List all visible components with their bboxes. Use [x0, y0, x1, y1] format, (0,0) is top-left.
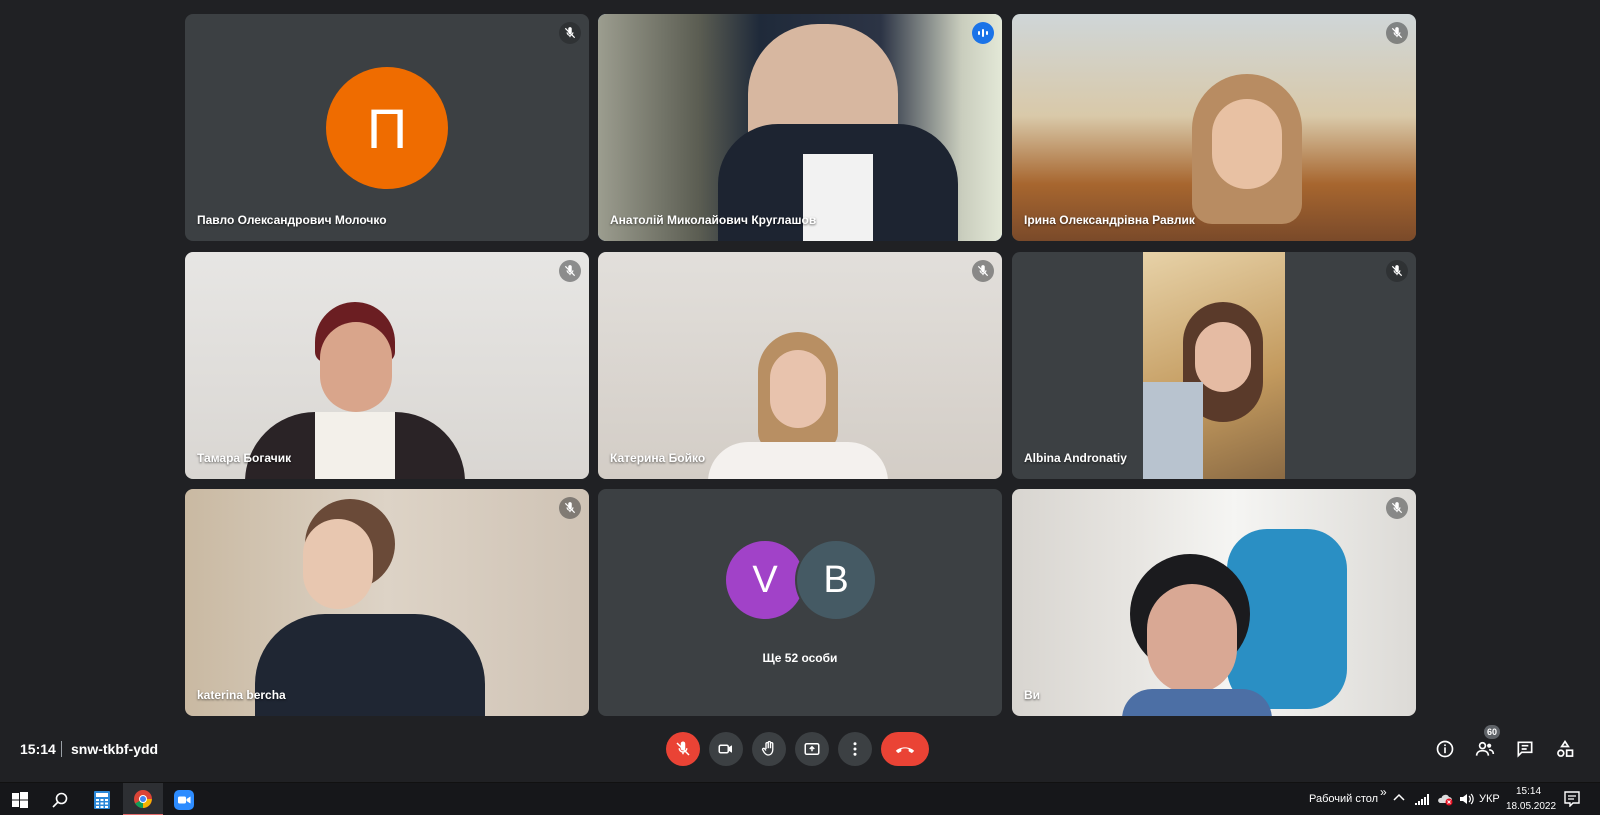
volume-icon[interactable]	[1459, 792, 1475, 809]
windows-taskbar: Рабочий стол » УКР 15:14 18.05.2022	[0, 782, 1600, 815]
activities-button[interactable]	[1552, 736, 1578, 762]
participant-name: Анатолій Миколайович Круглашов	[610, 213, 817, 227]
participant-name: Тамара Богачик	[197, 451, 292, 465]
participant-name: Ірина Олександрівна Равлик	[1024, 213, 1195, 227]
hand-icon	[761, 740, 774, 756]
mic-off-icon	[1386, 22, 1408, 44]
taskbar-app-chrome[interactable]	[123, 783, 163, 815]
desktop-toolbar-label[interactable]: Рабочий стол	[1309, 793, 1378, 805]
microphone-toggle-button[interactable]	[666, 732, 700, 766]
start-button[interactable]	[0, 783, 40, 815]
leave-call-button[interactable]	[881, 732, 929, 766]
meeting-controls-bar: 15:14 snw-tkbf-ydd 60	[0, 722, 1600, 776]
participant-name: katerina bercha	[197, 688, 286, 702]
meeting-time: 15:14	[20, 741, 56, 757]
present-icon	[804, 743, 820, 755]
participant-tile-active-speaker[interactable]: Анатолій Миколайович Круглашов	[598, 14, 1002, 241]
chat-button[interactable]	[1512, 736, 1538, 762]
avatar: V	[724, 539, 806, 621]
video-camera-icon	[718, 744, 732, 754]
participant-video	[185, 489, 589, 716]
mic-off-icon	[559, 260, 581, 282]
chrome-icon	[134, 789, 152, 808]
participant-name: Ви	[1024, 688, 1041, 702]
tray-overflow-icon[interactable]	[1393, 792, 1405, 805]
more-vertical-icon	[853, 742, 857, 756]
participant-video	[185, 252, 589, 479]
taskbar-app-zoom[interactable]	[164, 783, 204, 815]
taskbar-app-calculator[interactable]	[82, 783, 122, 815]
meeting-code: snw-tkbf-ydd	[71, 741, 159, 757]
more-options-button[interactable]	[838, 732, 872, 766]
more-participants-tile[interactable]: V B Ще 52 особи	[598, 489, 1002, 716]
chat-icon	[1517, 741, 1533, 758]
participant-tile[interactable]: Albina Andronatiy	[1012, 252, 1416, 479]
meet-window: П Павло Олександрович Молочко Анатолій М…	[0, 0, 1600, 815]
mic-off-icon	[1386, 497, 1408, 519]
calculator-icon	[94, 790, 110, 809]
input-language-indicator[interactable]: УКР	[1479, 793, 1500, 805]
meeting-details-button[interactable]	[1432, 736, 1458, 762]
mic-off-icon	[559, 497, 581, 519]
mic-off-icon	[559, 22, 581, 44]
mic-off-icon	[676, 741, 690, 756]
participant-tile[interactable]: П Павло Олександрович Молочко	[185, 14, 589, 241]
participant-video	[598, 14, 1002, 241]
present-screen-button[interactable]	[795, 732, 829, 766]
people-icon	[1475, 741, 1495, 756]
info-icon	[1436, 740, 1454, 758]
people-button[interactable]	[1472, 736, 1498, 762]
taskbar-clock-time[interactable]: 15:14	[1516, 786, 1541, 797]
camera-toggle-button[interactable]	[709, 732, 743, 766]
participant-video	[1143, 252, 1285, 479]
zoom-icon	[174, 789, 194, 810]
participant-video	[598, 252, 1002, 479]
speaking-indicator-icon	[972, 22, 994, 44]
avatar: П	[326, 67, 448, 189]
participant-name: Albina Andronatiy	[1024, 451, 1127, 465]
action-center-icon[interactable]	[1564, 791, 1580, 810]
taskbar-clock-date[interactable]: 18.05.2022	[1506, 801, 1556, 812]
participant-name: Катерина Бойко	[610, 451, 706, 465]
search-icon	[52, 792, 68, 808]
participant-tile[interactable]: Катерина Бойко	[598, 252, 1002, 479]
participant-tile[interactable]: Тамара Богачик	[185, 252, 589, 479]
shapes-icon	[1557, 739, 1574, 757]
network-icon[interactable]	[1414, 792, 1430, 809]
participant-name: Павло Олександрович Молочко	[197, 213, 387, 227]
windows-logo-icon	[12, 791, 28, 808]
avatar: B	[795, 539, 877, 621]
search-button[interactable]	[40, 783, 80, 815]
toolbar-expand-chevron[interactable]: »	[1380, 785, 1387, 799]
more-participants-label: Ще 52 особи	[762, 651, 838, 665]
participant-count-badge: 60	[1484, 725, 1501, 739]
participant-tile[interactable]: katerina bercha	[185, 489, 589, 716]
divider	[61, 741, 62, 757]
participant-tile-self[interactable]: Ви	[1012, 489, 1416, 716]
mic-off-icon	[1386, 260, 1408, 282]
mic-off-icon	[972, 260, 994, 282]
participant-video	[1012, 489, 1416, 716]
onedrive-error-icon[interactable]	[1436, 792, 1454, 809]
participant-video	[1012, 14, 1416, 241]
raise-hand-button[interactable]	[752, 732, 786, 766]
hang-up-icon	[895, 747, 915, 754]
participant-tile[interactable]: Ірина Олександрівна Равлик	[1012, 14, 1416, 241]
